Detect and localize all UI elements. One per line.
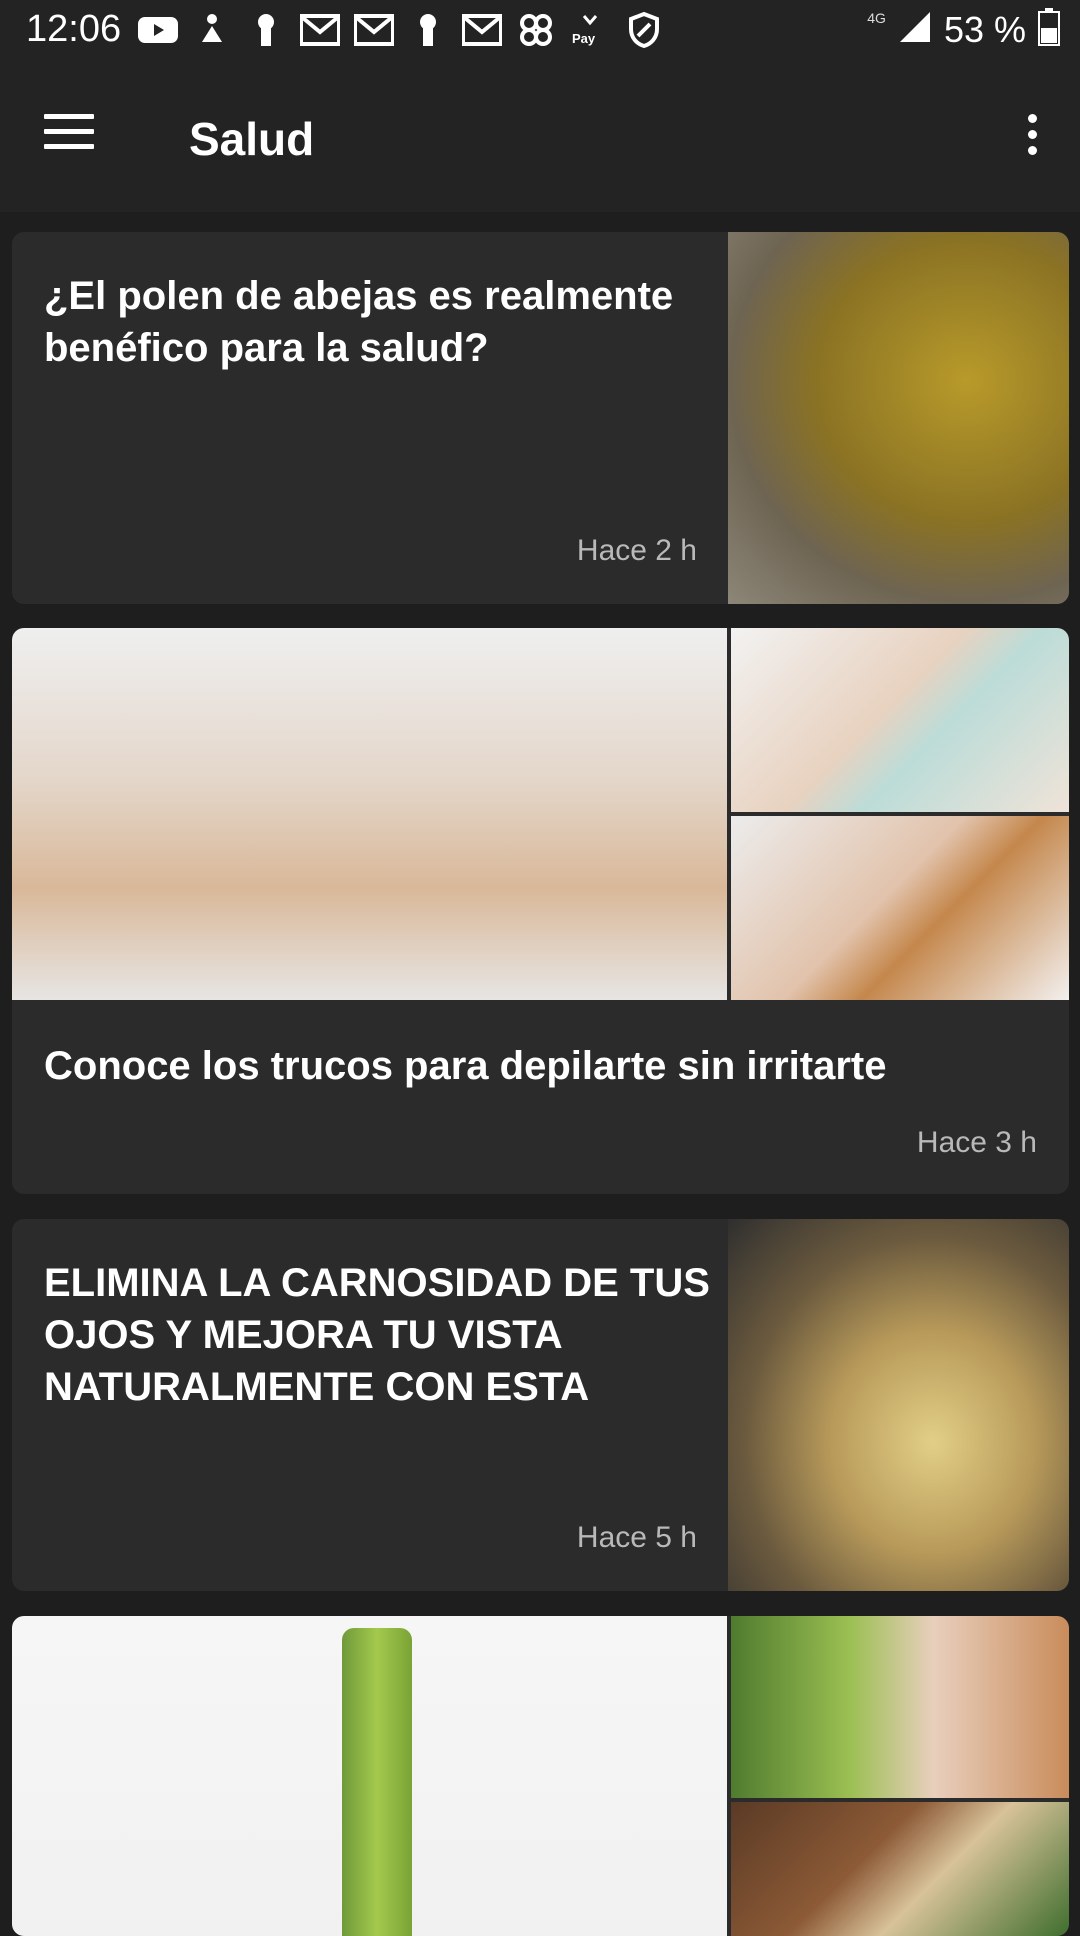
signal-icon [898, 10, 932, 49]
article-image-top [731, 1616, 1069, 1798]
article-card[interactable]: ¿El polen de abejas es realmente benéfic… [12, 232, 1069, 604]
hamburger-icon [44, 114, 94, 119]
article-title: ELIMINA LA CARNOSIDAD DE TUS OJOS Y MEJO… [44, 1261, 710, 1409]
app-bar: Salud [0, 62, 1080, 212]
article-title: Conoce los trucos para depilarte sin irr… [44, 1044, 887, 1088]
status-time: 12:06 [26, 8, 122, 50]
status-bar: 12:06 Pay 4G 53 % [0, 0, 1080, 62]
article-image-main [12, 628, 727, 1000]
article-image-main [12, 1616, 727, 1936]
gmail-icon [354, 12, 394, 48]
article-card[interactable] [12, 1616, 1069, 1936]
more-options-button[interactable] [1012, 114, 1052, 164]
article-time: Hace 3 h [916, 1126, 1037, 1159]
status-right: 4G 53 % [867, 8, 1060, 51]
article-thumbnail [728, 1219, 1069, 1591]
network-type: 4G [867, 9, 886, 26]
menu-button[interactable] [44, 114, 104, 162]
gmail-icon [462, 12, 502, 48]
keyhole-icon [408, 12, 448, 48]
celery-image [342, 1628, 412, 1936]
keyhole-icon [246, 12, 286, 48]
article-time: Hace 2 h [576, 534, 697, 567]
shield-icon [624, 12, 664, 48]
battery-icon [1038, 8, 1060, 51]
article-title: ¿El polen de abejas es realmente benéfic… [44, 274, 674, 370]
article-thumbnail [728, 232, 1069, 604]
gmail-icon [300, 12, 340, 48]
article-card[interactable]: ELIMINA LA CARNOSIDAD DE TUS OJOS Y MEJO… [12, 1219, 1069, 1591]
page-title: Salud [189, 113, 315, 165]
youtube-icon [138, 12, 178, 48]
battery-percent: 53 % [943, 8, 1026, 50]
article-image-top [731, 628, 1069, 812]
notification-icons: Pay [138, 12, 664, 48]
horoscope-icon [192, 12, 232, 48]
svg-text:Pay: Pay [572, 31, 596, 46]
article-image-bottom [731, 816, 1069, 1000]
article-image-bottom [731, 1802, 1069, 1936]
article-card[interactable]: Conoce los trucos para depilarte sin irr… [12, 628, 1069, 1194]
article-time: Hace 5 h [576, 1521, 697, 1554]
pinwheel-icon [516, 12, 556, 48]
caixa-pay-icon: Pay [570, 12, 610, 48]
